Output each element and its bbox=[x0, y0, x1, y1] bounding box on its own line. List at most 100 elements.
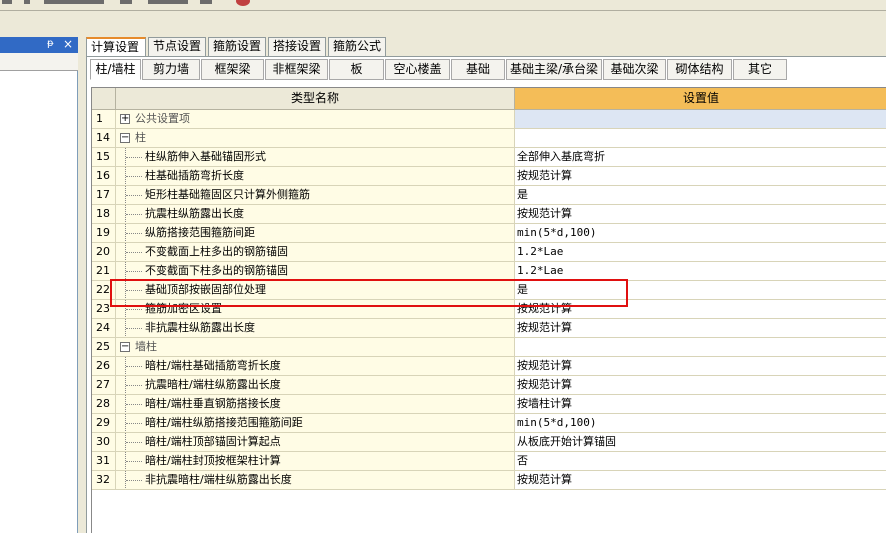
setting-value-cell[interactable]: 按规范计算 bbox=[515, 376, 886, 395]
tree-branch bbox=[126, 385, 142, 386]
column-header-value[interactable]: 设置值 bbox=[515, 88, 886, 110]
row-number: 20 bbox=[92, 243, 116, 262]
group-label: 柱 bbox=[135, 131, 146, 144]
table-row[interactable]: 27 抗震暗柱/端柱纵筋露出长度 按规范计算 bbox=[92, 376, 886, 395]
tab-2[interactable]: 节点设置 bbox=[148, 37, 206, 56]
subtab-4[interactable]: 非框架梁 bbox=[265, 59, 328, 80]
left-panel-titlebar: ᵽ × bbox=[0, 37, 78, 53]
tree-branch bbox=[126, 309, 142, 310]
tab-1[interactable]: 计算设置 bbox=[86, 37, 146, 57]
table-row[interactable]: 28 暗柱/端柱垂直钢筋搭接长度 按墙柱计算 bbox=[92, 395, 886, 414]
row-name-cell: − 墙柱 bbox=[116, 338, 515, 357]
setting-value-cell[interactable]: 全部伸入基底弯折 bbox=[515, 148, 886, 167]
table-row[interactable]: 14− 柱 bbox=[92, 129, 886, 148]
table-row[interactable]: 29 暗柱/端柱纵筋搭接范围箍筋间距 min(5*d,100) bbox=[92, 414, 886, 433]
setting-label: 不变截面下柱多出的钢筋锚固 bbox=[145, 264, 288, 277]
app-icon bbox=[236, 0, 250, 6]
row-name-cell: 暗柱/端柱封顶按框架柱计算 bbox=[116, 452, 515, 471]
setting-value-cell[interactable]: 1.2*Lae bbox=[515, 243, 886, 262]
table-row[interactable]: 1 + 公共设置项 bbox=[92, 110, 886, 129]
row-name-cell: 暗柱/端柱基础插筋弯折长度 bbox=[116, 357, 515, 376]
setting-value-cell[interactable]: 否 bbox=[515, 452, 886, 471]
table-row[interactable]: 24 非抗震柱纵筋露出长度 按规范计算 bbox=[92, 319, 886, 338]
setting-value-cell[interactable] bbox=[515, 129, 886, 148]
tree-branch bbox=[126, 404, 142, 405]
collapse-icon[interactable]: − bbox=[120, 133, 130, 143]
highlight-box bbox=[110, 279, 628, 307]
subtab-11[interactable]: 其它 bbox=[733, 59, 787, 80]
table-row[interactable]: 19 纵筋搭接范围箍筋间距 min(5*d,100) bbox=[92, 224, 886, 243]
subtab-3[interactable]: 框架梁 bbox=[201, 59, 264, 80]
row-number: 14 bbox=[92, 129, 116, 148]
left-panel-toolbar bbox=[0, 53, 78, 71]
table-row[interactable]: 30 暗柱/端柱顶部锚固计算起点 从板底开始计算锚固 bbox=[92, 433, 886, 452]
setting-label: 抗震暗柱/端柱纵筋露出长度 bbox=[145, 378, 281, 391]
table-row[interactable]: 31 暗柱/端柱封顶按框架柱计算 否 bbox=[92, 452, 886, 471]
tab-4[interactable]: 搭接设置 bbox=[268, 37, 326, 56]
row-name-cell: 柱基础插筋弯折长度 bbox=[116, 167, 515, 186]
tab-5[interactable]: 箍筋公式 bbox=[328, 37, 386, 56]
row-number: 27 bbox=[92, 376, 116, 395]
row-name-cell: 非抗震柱纵筋露出长度 bbox=[116, 319, 515, 338]
tree-branch bbox=[126, 176, 142, 177]
setting-value-cell[interactable]: 按规范计算 bbox=[515, 167, 886, 186]
setting-label: 柱纵筋伸入基础锚固形式 bbox=[145, 150, 266, 163]
setting-value-cell[interactable] bbox=[515, 338, 886, 357]
setting-value-cell[interactable]: 按规范计算 bbox=[515, 471, 886, 490]
row-name-cell: 暗柱/端柱顶部锚固计算起点 bbox=[116, 433, 515, 452]
setting-label: 暗柱/端柱基础插筋弯折长度 bbox=[145, 359, 281, 372]
setting-value-cell[interactable]: 按规范计算 bbox=[515, 319, 886, 338]
setting-value-cell[interactable]: 从板底开始计算锚固 bbox=[515, 433, 886, 452]
row-name-cell: 暗柱/端柱垂直钢筋搭接长度 bbox=[116, 395, 515, 414]
tree-branch bbox=[126, 461, 142, 462]
row-name-cell: 抗震暗柱/端柱纵筋露出长度 bbox=[116, 376, 515, 395]
subtab-2[interactable]: 剪力墙 bbox=[142, 59, 200, 80]
app-window: ᵽ × 计算设置 节点设置 箍筋设置 搭接设置 箍筋公式 柱/墙柱 剪力墙 框架梁 非框架梁板… bbox=[0, 0, 886, 533]
subtab-6[interactable]: 空心楼盖 bbox=[385, 59, 450, 80]
group-label: 墙柱 bbox=[135, 340, 157, 353]
row-name-cell: + 公共设置项 bbox=[116, 110, 515, 129]
setting-value-cell[interactable] bbox=[515, 110, 886, 129]
setting-label: 暗柱/端柱纵筋搭接范围箍筋间距 bbox=[145, 416, 303, 429]
pin-icon[interactable]: ᵽ bbox=[47, 38, 54, 49]
close-icon[interactable]: × bbox=[63, 37, 73, 51]
table-row[interactable]: 32 非抗震暗柱/端柱纵筋露出长度 按规范计算 bbox=[92, 471, 886, 490]
table-row[interactable]: 16 柱基础插筋弯折长度 按规范计算 bbox=[92, 167, 886, 186]
setting-value-cell[interactable]: 按规范计算 bbox=[515, 357, 886, 376]
row-number: 28 bbox=[92, 395, 116, 414]
tree-branch bbox=[126, 157, 142, 158]
setting-value-cell[interactable]: 是 bbox=[515, 186, 886, 205]
table-row[interactable]: 17 矩形柱基础箍固区只计算外侧箍筋 是 bbox=[92, 186, 886, 205]
subtab-9[interactable]: 基础次梁 bbox=[603, 59, 666, 80]
column-header-name[interactable]: 类型名称 bbox=[116, 88, 515, 110]
subtab-8[interactable]: 基础主梁/承台梁 bbox=[506, 59, 602, 80]
setting-value-cell[interactable]: 按墙柱计算 bbox=[515, 395, 886, 414]
setting-label: 柱基础插筋弯折长度 bbox=[145, 169, 244, 182]
table-row[interactable]: 18 抗震柱纵筋露出长度 按规范计算 bbox=[92, 205, 886, 224]
group-label: 公共设置项 bbox=[135, 112, 190, 125]
main-tabs: 计算设置 节点设置 箍筋设置 搭接设置 箍筋公式 bbox=[86, 37, 388, 57]
setting-label: 抗震柱纵筋露出长度 bbox=[145, 207, 244, 220]
tree-branch bbox=[126, 214, 142, 215]
setting-value-cell[interactable]: min(5*d,100) bbox=[515, 414, 886, 433]
table-row[interactable]: 25− 墙柱 bbox=[92, 338, 886, 357]
tree-branch bbox=[126, 271, 142, 272]
subtab-10[interactable]: 砌体结构 bbox=[667, 59, 732, 80]
table-row[interactable]: 15 柱纵筋伸入基础锚固形式 全部伸入基底弯折 bbox=[92, 148, 886, 167]
setting-value-cell[interactable]: 按规范计算 bbox=[515, 205, 886, 224]
tab-3[interactable]: 箍筋设置 bbox=[208, 37, 266, 56]
subtab-5[interactable]: 板 bbox=[329, 59, 384, 80]
subtab-7[interactable]: 基础 bbox=[451, 59, 505, 80]
tree-branch bbox=[126, 328, 142, 329]
collapse-icon[interactable]: − bbox=[120, 342, 130, 352]
setting-label: 非抗震柱纵筋露出长度 bbox=[145, 321, 255, 334]
row-number: 31 bbox=[92, 452, 116, 471]
setting-label: 暗柱/端柱顶部锚固计算起点 bbox=[145, 435, 281, 448]
setting-value-cell[interactable]: min(5*d,100) bbox=[515, 224, 886, 243]
row-name-cell: 纵筋搭接范围箍筋间距 bbox=[116, 224, 515, 243]
subtab-1[interactable]: 柱/墙柱 bbox=[90, 59, 141, 80]
table-row[interactable]: 26 暗柱/端柱基础插筋弯折长度 按规范计算 bbox=[92, 357, 886, 376]
table-row[interactable]: 20 不变截面上柱多出的钢筋锚固 1.2*Lae bbox=[92, 243, 886, 262]
tree-branch bbox=[126, 366, 142, 367]
expand-icon[interactable]: + bbox=[120, 114, 130, 124]
